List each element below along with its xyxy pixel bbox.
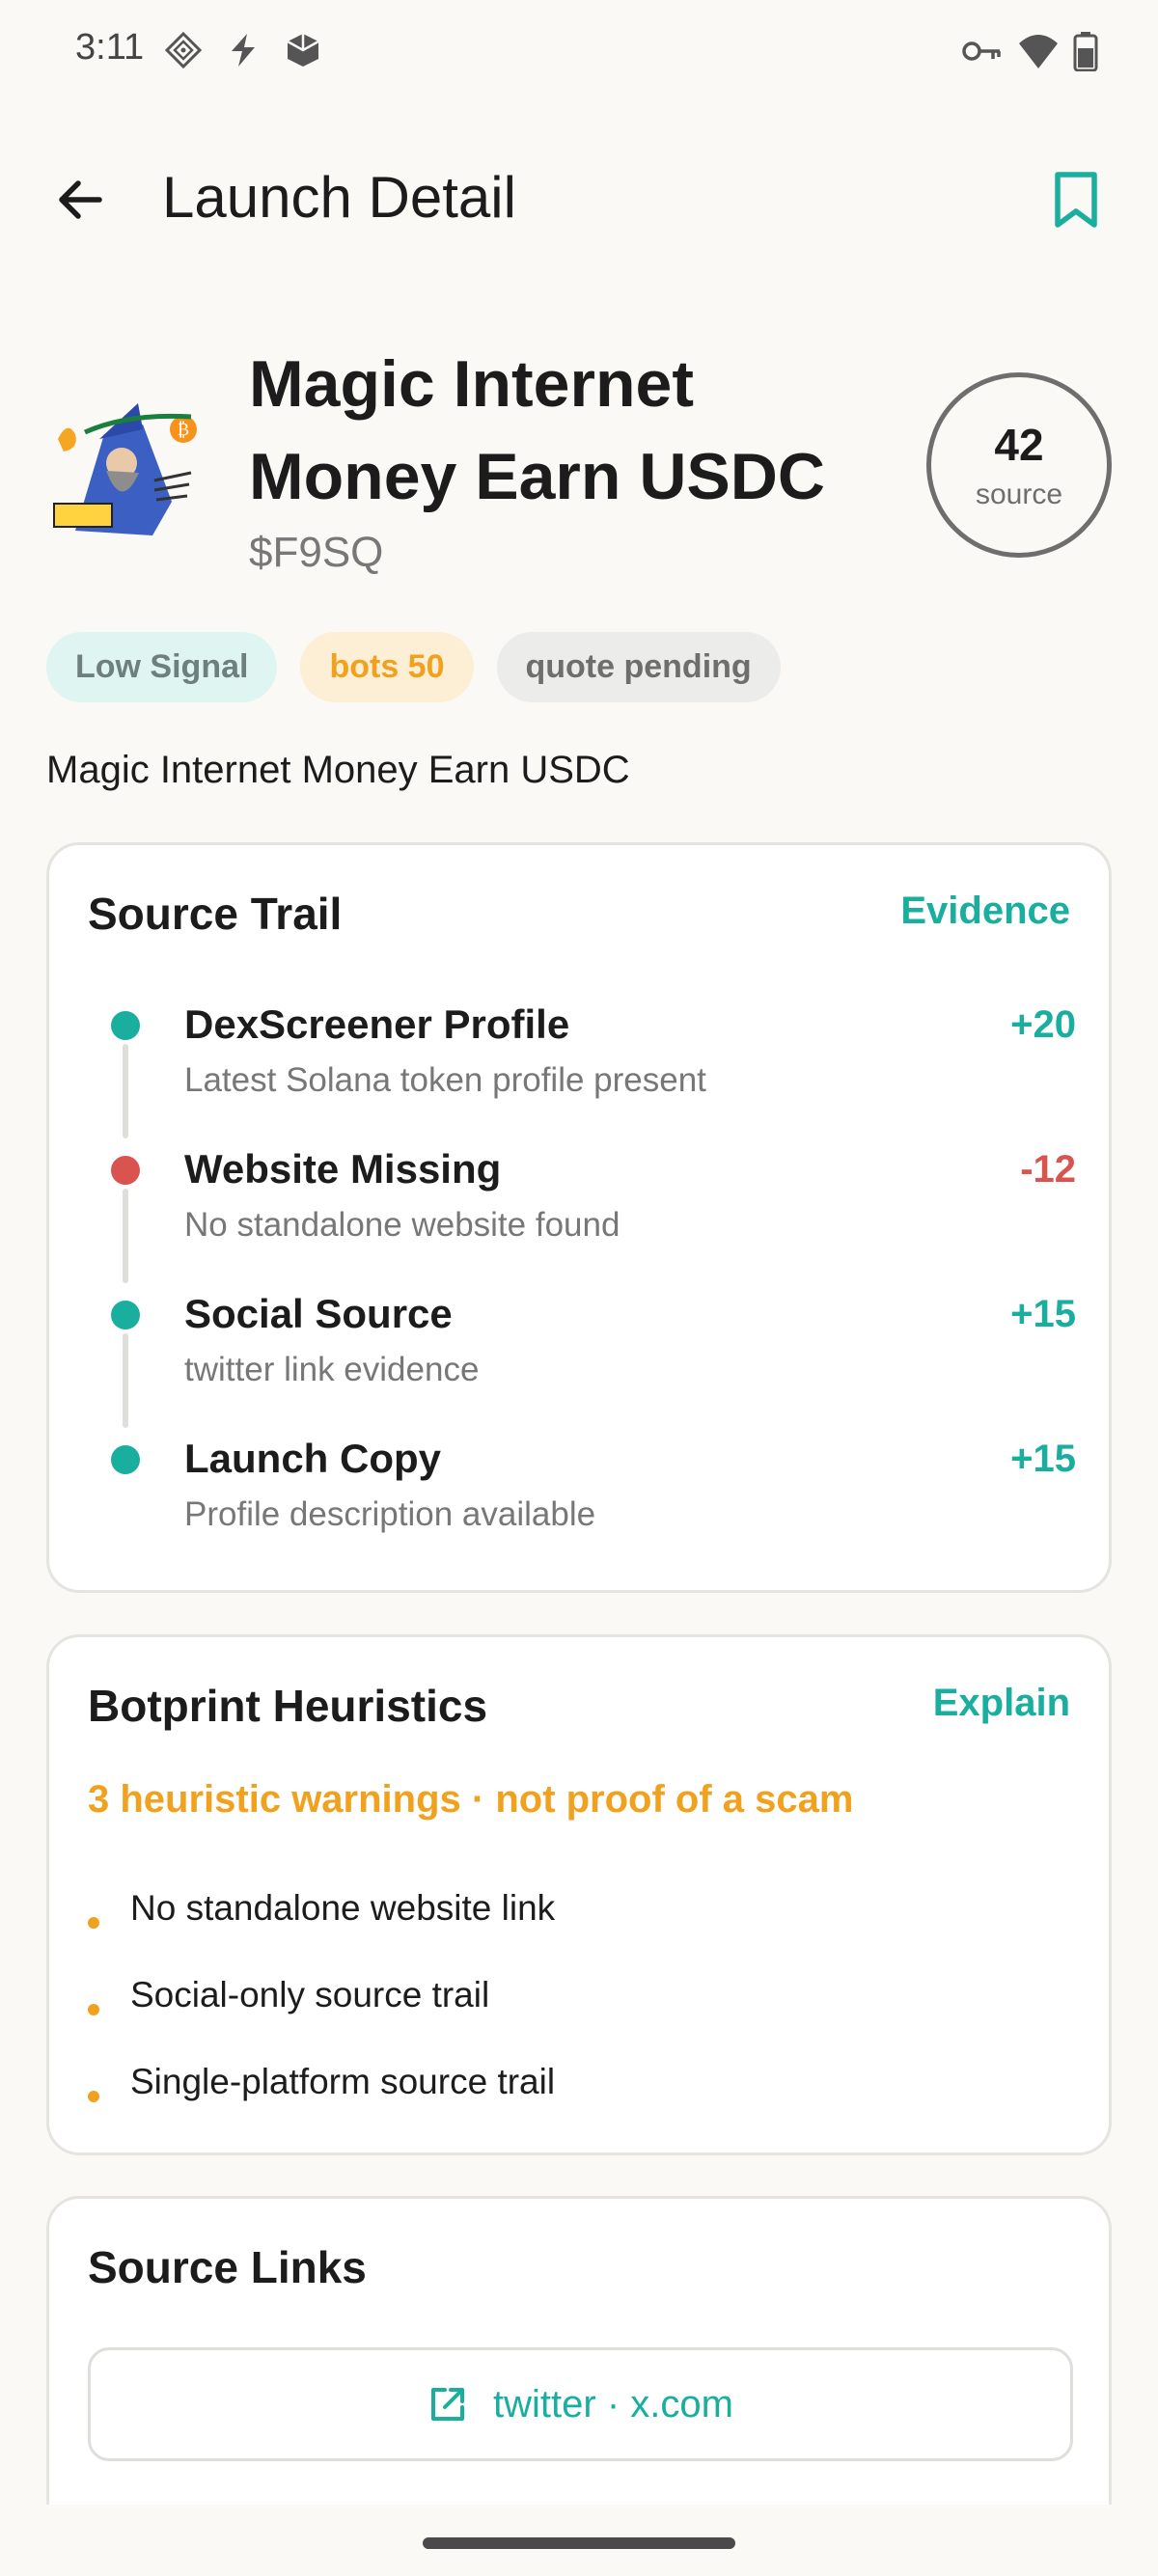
arrow-left-icon [59,180,102,219]
token-name: Magic Internet Money Earn USDC [249,347,825,513]
score-ring: 42 source [926,372,1112,558]
app-bar: Launch Detail [0,145,1158,251]
botprint-title: Botprint Heuristics [88,1681,488,1731]
trail-item: Social Source twitter link evidence +15 [88,1291,1076,1436]
quote-chip: quote pending [496,632,781,702]
trail-item-title: Launch Copy [184,1436,442,1481]
evidence-button[interactable]: Evidence [900,890,1070,933]
status-icons-left [164,31,322,69]
trail-item: DexScreener Profile Latest Solana token … [88,1001,1076,1146]
heuristic-item: No standalone website link [88,1882,1053,1940]
bullet-icon [88,2004,99,2015]
trail-item-title: DexScreener Profile [184,1001,570,1047]
bookmark-button[interactable] [1042,166,1110,233]
source-links-card: Source Links twitter · x.com [46,2196,1112,2505]
trail-item: Website Missing No standalone website fo… [88,1146,1076,1291]
heuristic-text: Social-only source trail [130,1975,490,2014]
source-trail-title: Source Trail [88,889,343,939]
heuristic-item: Single-platform source trail [88,2056,1053,2114]
wizard-logo-icon: ₿ [46,396,206,540]
source-trail-card: Source Trail Evidence DexScreener Profil… [46,842,1112,1593]
signal-chip: Low Signal [46,632,278,702]
vpn-key-icon [962,41,1001,61]
status-bar: 3:11 [0,0,1158,106]
heuristic-text: Single-platform source trail [130,2062,556,2101]
battery-icon [1073,32,1098,71]
trail-connector [123,1189,128,1283]
source-link-button[interactable]: twitter · x.com [88,2347,1073,2461]
page-title: Launch Detail [162,165,516,230]
bolt-icon [232,34,255,67]
trail-item-description: Latest Solana token profile present [184,1061,706,1099]
heuristic-warning: 3 heuristic warnings · not proof of a sc… [88,1778,854,1821]
negative-dot [111,1156,140,1185]
diamond-grid-icon [164,31,203,69]
heuristic-text: No standalone website link [130,1888,556,1928]
back-button[interactable] [46,166,114,233]
token-logo: ₿ [46,396,206,540]
trail-item-title: Website Missing [184,1146,502,1192]
svg-text:₿: ₿ [178,420,189,440]
trail-item-description: twitter link evidence [184,1351,480,1388]
token-description: Magic Internet Money Earn USDC [46,749,630,791]
botprint-heuristics-card: Botprint Heuristics Explain 3 heuristic … [46,1634,1112,2155]
wifi-icon [1019,35,1058,69]
source-link-label: twitter · x.com [493,2382,733,2425]
heuristic-item: Social-only source trail [88,1969,1053,2027]
home-indicator[interactable] [423,2537,735,2549]
trail-item: Launch Copy Profile description availabl… [88,1436,1076,1580]
status-chips: Low Signal bots 50 quote pending [46,632,781,702]
cube-icon [287,34,319,67]
trail-item-title: Social Source [184,1291,453,1336]
status-time: 3:11 [75,27,145,68]
positive-dot [111,1445,140,1474]
bookmark-icon [1055,172,1097,228]
token-symbol: $F9SQ [249,529,384,576]
trail-item-description: No standalone website found [184,1206,620,1244]
trail-item-score: -12 [1020,1148,1076,1191]
source-links-title: Source Links [88,2242,367,2292]
explain-button[interactable]: Explain [933,1682,1070,1725]
positive-dot [111,1301,140,1329]
open-external-icon [431,2388,465,2421]
score-value: 42 [994,420,1044,470]
trail-item-description: Profile description available [184,1495,596,1533]
positive-dot [111,1011,140,1040]
trail-item-score: +15 [1010,1438,1076,1480]
bots-chip: bots 50 [300,632,474,702]
bullet-icon [88,1917,99,1929]
bullet-icon [88,2091,99,2102]
trail-connector [123,1044,128,1138]
trail-connector [123,1333,128,1428]
token-header: ₿ Magic Internet Money Earn USDC $F9SQ 4… [46,338,1112,589]
score-label: source [975,479,1063,510]
trail-item-score: +20 [1010,1003,1076,1046]
status-icons-right [961,31,1098,71]
trail-item-score: +15 [1010,1293,1076,1335]
